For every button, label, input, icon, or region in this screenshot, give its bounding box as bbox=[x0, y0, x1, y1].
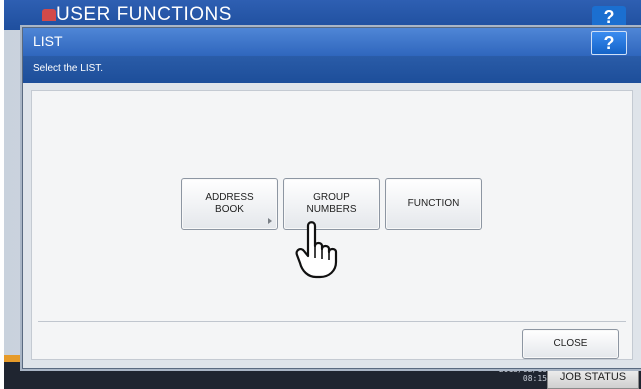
chevron-right-icon bbox=[268, 218, 272, 224]
pointing-hand-icon bbox=[295, 221, 338, 279]
dialog-title-bar: LIST ? bbox=[23, 28, 641, 56]
list-dialog: LIST ? Select the LIST. ADDRESS BOOK GRO… bbox=[22, 27, 641, 369]
divider bbox=[38, 321, 626, 322]
dialog-message: Select the LIST. bbox=[33, 63, 104, 74]
address-book-label: ADDRESS BOOK bbox=[205, 192, 254, 215]
address-book-button[interactable]: ADDRESS BOOK bbox=[181, 178, 278, 230]
dialog-message-bar: Select the LIST. bbox=[23, 56, 641, 83]
function-button[interactable]: FUNCTION bbox=[385, 178, 482, 230]
close-label: CLOSE bbox=[553, 338, 588, 349]
function-label: FUNCTION bbox=[407, 198, 460, 209]
background-title: USER FUNCTIONS bbox=[56, 4, 232, 25]
dialog-help-button[interactable]: ? bbox=[591, 31, 627, 55]
screen: USER FUNCTIONS ? 2013/02/10 08:15 JOB ST… bbox=[4, 0, 641, 389]
group-numbers-label: GROUP NUMBERS bbox=[306, 192, 357, 215]
time-text: 08:15 bbox=[522, 374, 547, 383]
dialog-title: LIST bbox=[33, 33, 63, 49]
background-help-button[interactable]: ? bbox=[592, 6, 626, 28]
printer-icon bbox=[42, 9, 56, 21]
close-button[interactable]: CLOSE bbox=[522, 329, 619, 359]
